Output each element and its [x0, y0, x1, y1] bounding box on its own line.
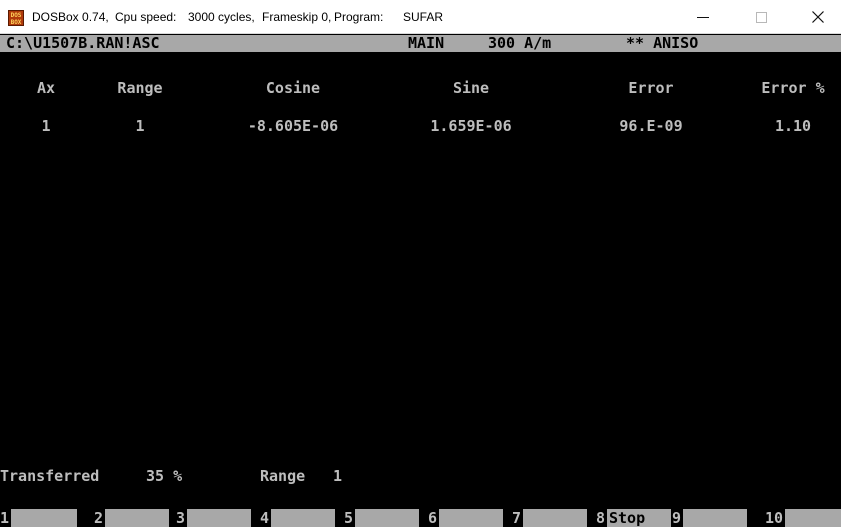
- cpu-speed-label: Cpu speed:: [115, 10, 177, 24]
- aniso-indicator: ** ANISO: [626, 34, 699, 52]
- minimize-icon: [697, 16, 709, 18]
- header-ax: Ax: [36, 79, 56, 97]
- f3-label: [187, 509, 251, 527]
- range-value: 1: [333, 467, 343, 485]
- cell-sine: 1.659E-06: [430, 117, 512, 135]
- f9-number: 9: [672, 509, 682, 527]
- f8-number: 8: [596, 509, 606, 527]
- window-title-bar[interactable]: DOS BOX DOSBox 0.74, Cpu speed: 3000 cycl…: [0, 0, 841, 34]
- f4-key[interactable]: 4: [252, 509, 336, 527]
- header-error-percent: Error %: [761, 79, 825, 97]
- program-name: SUFAR: [403, 10, 444, 24]
- f3-key[interactable]: 3: [168, 509, 252, 527]
- file-path: C:\U1507B.RAN!ASC: [6, 34, 160, 52]
- maximize-button[interactable]: [738, 0, 784, 34]
- maximize-icon: [755, 11, 767, 23]
- f4-number: 4: [260, 509, 270, 527]
- cpu-cycles: 3000 cycles,: [188, 10, 255, 24]
- cell-error: 96.E-09: [619, 117, 683, 135]
- app-name: DOSBox 0.74,: [32, 10, 109, 24]
- mode-indicator: MAIN: [408, 34, 445, 52]
- f7-number: 7: [512, 509, 522, 527]
- transferred-value: 35 %: [146, 467, 183, 485]
- transferred-label: Transferred: [0, 467, 100, 485]
- function-key-bar: 1 2 3 4 5 6 7 8 Stop 9 10: [0, 509, 841, 527]
- status-bar: C:\U1507B.RAN!ASC MAIN 300 A/m ** ANISO: [0, 35, 841, 52]
- f5-number: 5: [344, 509, 354, 527]
- f9-key[interactable]: 9: [672, 509, 756, 527]
- header-cosine: Cosine: [265, 79, 321, 97]
- f10-label: [785, 509, 841, 527]
- f8-key[interactable]: 8 Stop: [588, 509, 672, 527]
- f6-number: 6: [428, 509, 438, 527]
- header-range: Range: [117, 79, 163, 97]
- f1-label: [11, 509, 77, 527]
- program-label: Program:: [334, 10, 384, 24]
- cell-cosine: -8.605E-06: [247, 117, 339, 135]
- header-sine: Sine: [452, 79, 490, 97]
- f10-key[interactable]: 10: [756, 509, 841, 527]
- f3-number: 3: [176, 509, 186, 527]
- cell-error-percent: 1.10: [774, 117, 812, 135]
- close-button[interactable]: [795, 0, 841, 34]
- cell-range: 1: [135, 117, 145, 135]
- header-error: Error: [628, 79, 674, 97]
- range-label: Range: [260, 467, 306, 485]
- dos-screen[interactable]: C:\U1507B.RAN!ASC MAIN 300 A/m ** ANISO …: [0, 35, 841, 527]
- f5-key[interactable]: 5: [336, 509, 420, 527]
- f6-key[interactable]: 6: [420, 509, 504, 527]
- f10-number: 10: [765, 509, 784, 527]
- f9-label: [683, 509, 747, 527]
- f2-key[interactable]: 2: [84, 509, 169, 527]
- f4-label: [271, 509, 335, 527]
- f2-number: 2: [94, 509, 104, 527]
- f5-label: [355, 509, 419, 527]
- cell-ax: 1: [41, 117, 51, 135]
- field-strength: 300 A/m: [488, 34, 552, 52]
- f8-label: Stop: [607, 509, 671, 527]
- f6-label: [439, 509, 503, 527]
- f1-number: 1: [0, 509, 10, 527]
- f1-key[interactable]: 1: [0, 509, 84, 527]
- close-icon: [812, 11, 824, 23]
- f7-key[interactable]: 7: [504, 509, 588, 527]
- f2-label: [105, 509, 169, 527]
- dosbox-app-icon[interactable]: DOS BOX: [8, 10, 24, 26]
- frameskip: Frameskip 0,: [262, 10, 332, 24]
- minimize-button[interactable]: [680, 0, 726, 34]
- f7-label: [523, 509, 587, 527]
